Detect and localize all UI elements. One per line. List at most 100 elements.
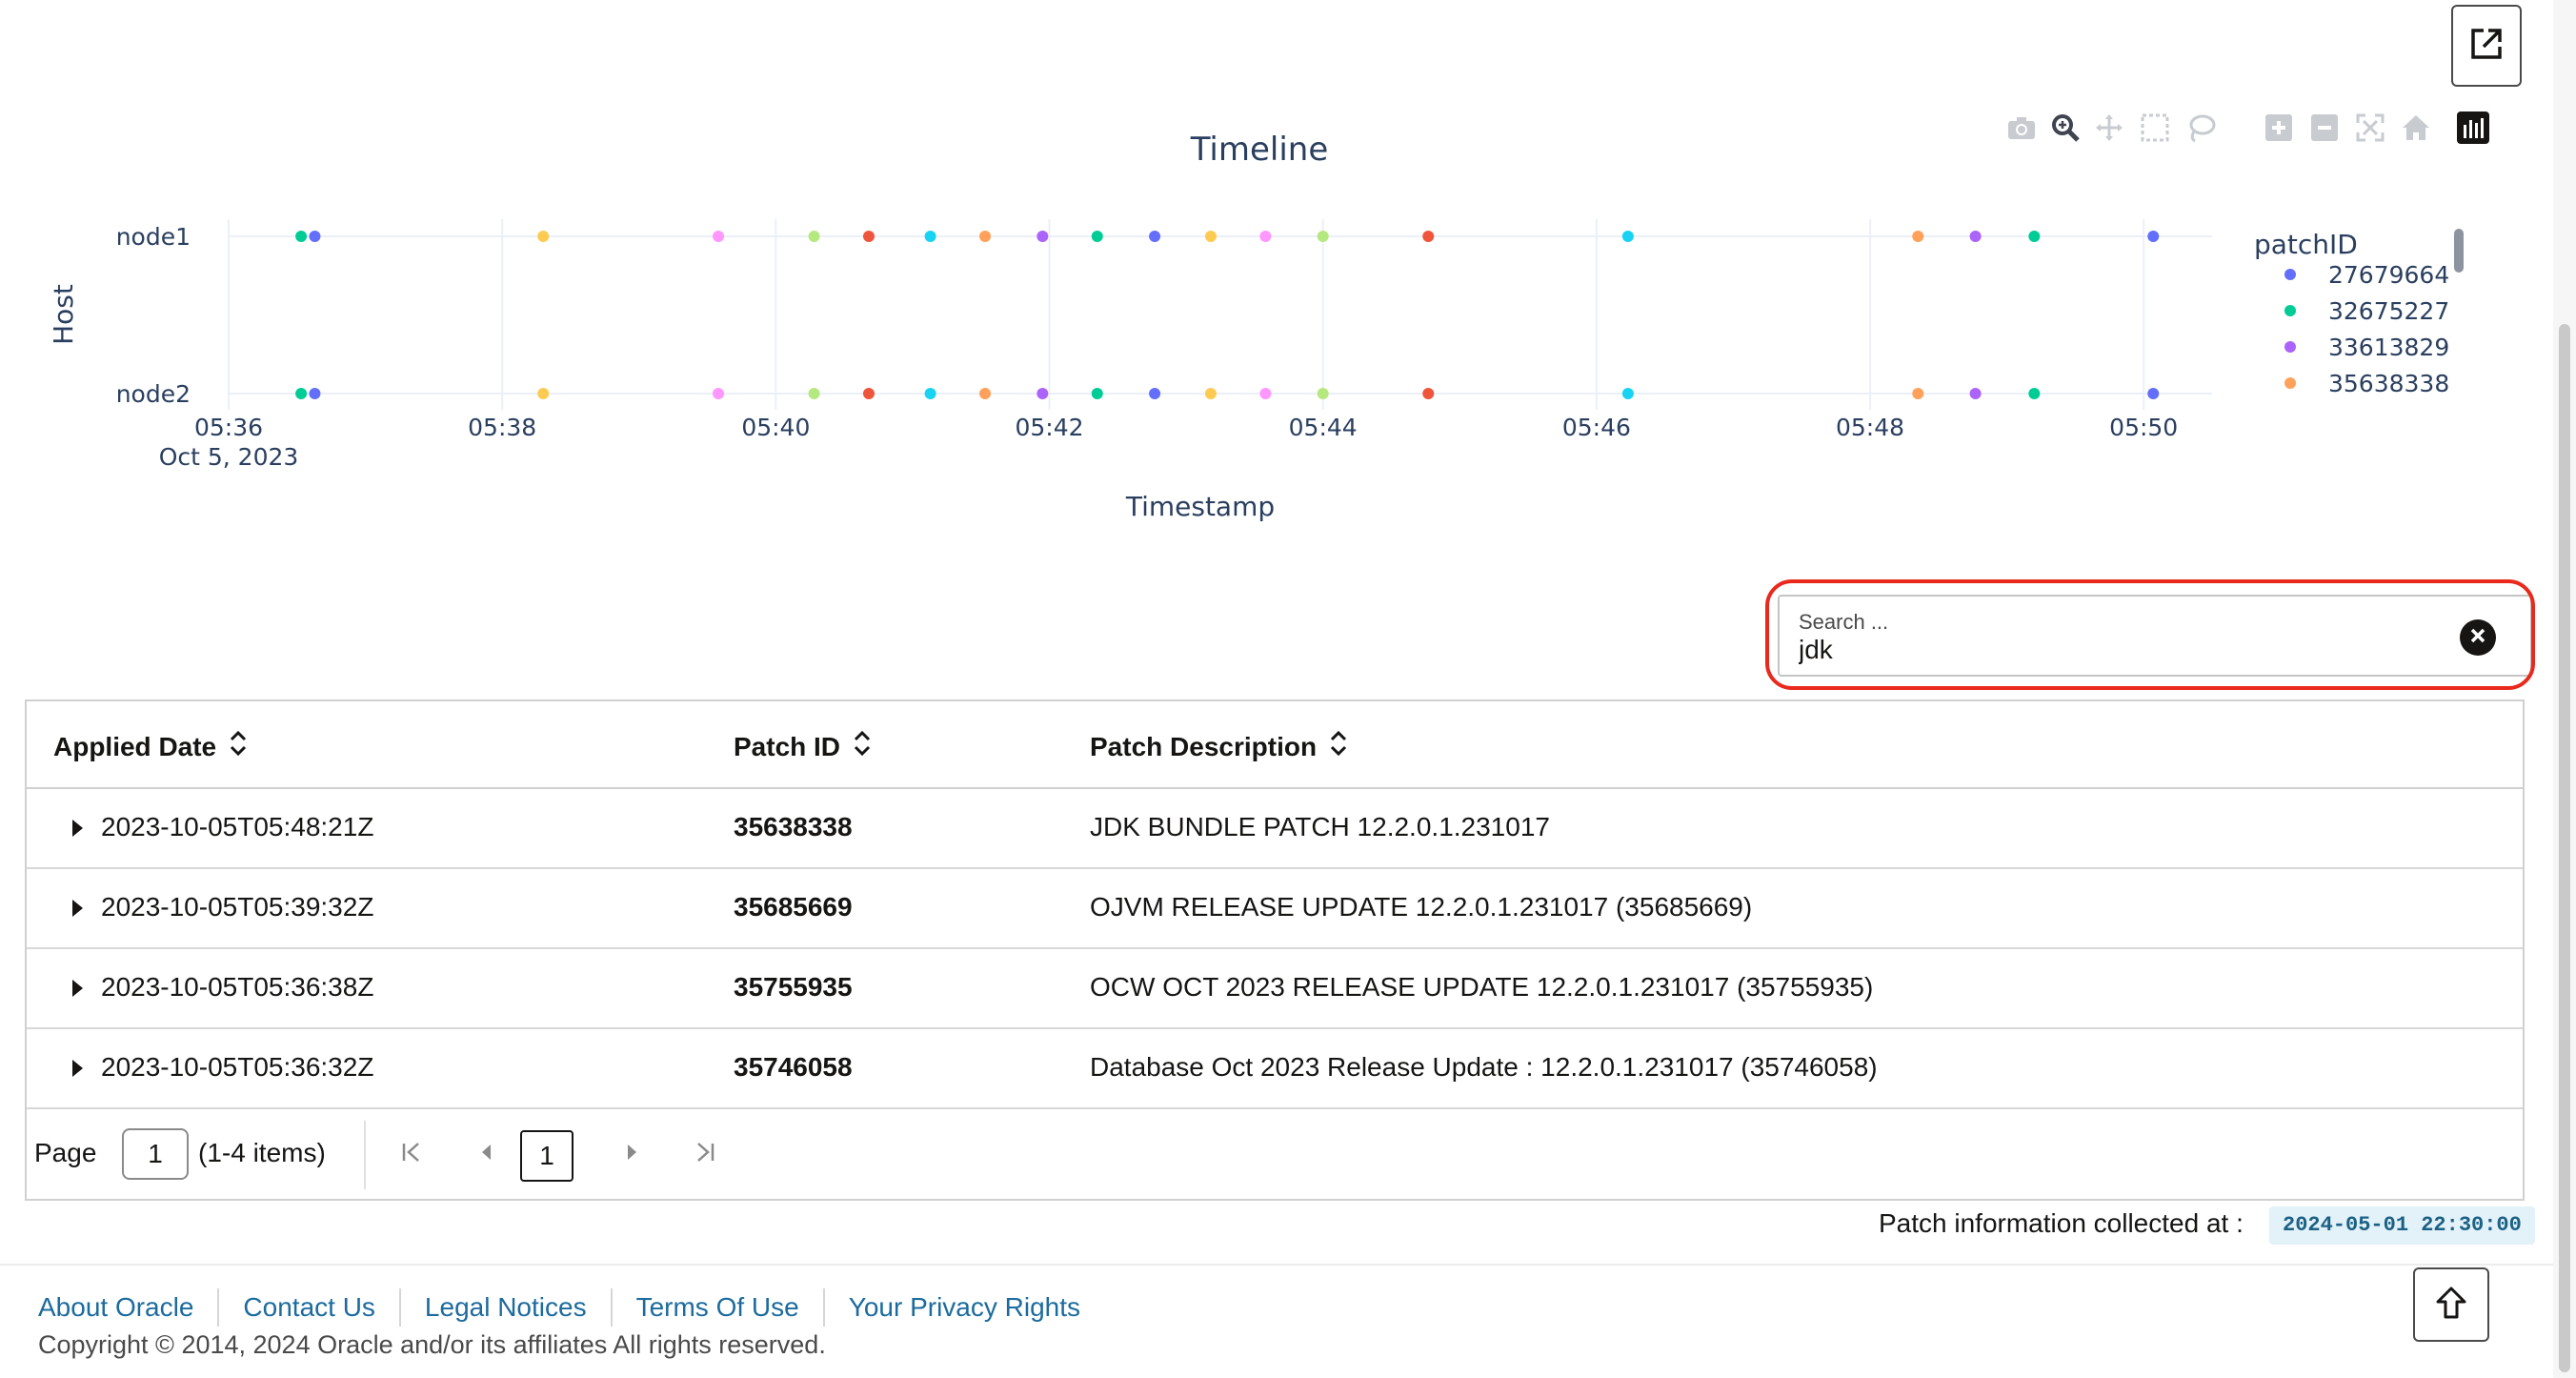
data-point-node2[interactable]: [1259, 388, 1272, 399]
collected-at-label: Patch information collected at :: [1879, 1208, 2244, 1238]
data-point-node1[interactable]: [2028, 231, 2041, 242]
column-header-patch-description[interactable]: Patch Description: [1090, 730, 1347, 763]
table-row[interactable]: 2023-10-05T05:36:38Z 35755935 OCW OCT 20…: [27, 949, 2523, 1029]
data-point-node2[interactable]: [924, 388, 936, 399]
applied-date-cell: 2023-10-05T05:39:32Z: [101, 892, 374, 922]
data-point-node1[interactable]: [1149, 231, 1161, 242]
first-page-button[interactable]: [392, 1132, 431, 1176]
chart-title: Timeline: [1190, 131, 1329, 169]
data-point-node2[interactable]: [1969, 388, 1982, 399]
legend-scrollbar[interactable]: [2454, 229, 2464, 273]
x-gridlines: [228, 219, 2145, 410]
patch-id-cell: 35638338: [734, 812, 853, 841]
expand-row-icon[interactable]: [72, 900, 83, 917]
data-point-node1[interactable]: [1621, 231, 1634, 242]
page-number-input[interactable]: 1: [122, 1128, 189, 1180]
copyright-text: Copyright © 2014, 2024 Oracle and/or its…: [38, 1330, 826, 1359]
clear-search-button[interactable]: [2460, 619, 2496, 656]
legend-marker[interactable]: [2284, 269, 2296, 280]
legend-entry[interactable]: 27679664: [2328, 261, 2449, 289]
data-point-node2[interactable]: [295, 388, 308, 399]
table-header: Applied Date Patch ID Patch Description: [27, 701, 2523, 789]
page-scrollbar-thumb[interactable]: [2559, 324, 2570, 1372]
x-tick-labels: 05:36 05:38 05:40 05:42 05:44 05:46 05:48 05:50: [194, 414, 2178, 441]
data-point-node1[interactable]: [295, 231, 308, 242]
search-field[interactable]: Search ...: [1778, 595, 2532, 677]
previous-page-button[interactable]: [467, 1132, 505, 1176]
footer-link-legal-notices[interactable]: Legal Notices: [398, 1288, 611, 1327]
data-point-node1[interactable]: [808, 231, 820, 242]
data-point-node1[interactable]: [924, 231, 936, 242]
data-point-node1[interactable]: [309, 231, 321, 242]
data-point-node2[interactable]: [309, 388, 321, 399]
patch-id-cell: 35746058: [734, 1052, 853, 1082]
legend-entry[interactable]: 35638338: [2328, 370, 2449, 397]
search-input[interactable]: [1799, 635, 2418, 665]
legend-title: patchID: [2254, 229, 2358, 260]
current-page-button[interactable]: 1: [520, 1130, 574, 1182]
data-point-node1[interactable]: [1912, 231, 1924, 242]
data-point-node2[interactable]: [1149, 388, 1161, 399]
legend-marker[interactable]: [2284, 305, 2296, 316]
open-external-button[interactable]: [2451, 5, 2522, 87]
data-point-node1[interactable]: [1317, 231, 1329, 242]
data-point-node2[interactable]: [1036, 388, 1049, 399]
page-label: Page: [34, 1138, 97, 1167]
data-point-node2[interactable]: [2028, 388, 2041, 399]
data-point-node2[interactable]: [1621, 388, 1634, 399]
patch-description-cell: JDK BUNDLE PATCH 12.2.0.1.231017: [1090, 812, 1550, 841]
data-point-node2[interactable]: [1091, 388, 1103, 399]
legend-entry[interactable]: 33613829: [2328, 334, 2449, 361]
data-point-node1[interactable]: [1969, 231, 1982, 242]
data-point-node1[interactable]: [1259, 231, 1272, 242]
expand-row-icon[interactable]: [72, 1060, 83, 1077]
data-point-node1[interactable]: [979, 231, 992, 242]
legend-marker[interactable]: [2284, 377, 2296, 389]
page-range: (1-4 items): [198, 1138, 326, 1167]
expand-row-icon[interactable]: [72, 820, 83, 837]
table-row[interactable]: 2023-10-05T05:36:32Z 35746058 Database O…: [27, 1029, 2523, 1109]
first-page-icon: [399, 1140, 424, 1169]
footer-link-privacy-rights[interactable]: Your Privacy Rights: [822, 1288, 1104, 1327]
data-point-node2[interactable]: [537, 388, 550, 399]
legend-entry[interactable]: 32675227: [2328, 297, 2449, 325]
data-point-node2[interactable]: [862, 388, 875, 399]
footer-link-about-oracle[interactable]: About Oracle: [38, 1288, 217, 1327]
table-row[interactable]: 2023-10-05T05:39:32Z 35685669 OJVM RELEA…: [27, 869, 2523, 949]
scroll-to-top-button[interactable]: [2413, 1267, 2489, 1342]
footer-link-terms-of-use[interactable]: Terms Of Use: [610, 1288, 823, 1327]
footer-link-contact-us[interactable]: Contact Us: [217, 1288, 399, 1327]
data-point-node1[interactable]: [537, 231, 550, 242]
arrow-up-icon: [2432, 1284, 2470, 1327]
x-tick-label: 05:46: [1562, 414, 1631, 441]
footer-links: About Oracle Contact Us Legal Notices Te…: [38, 1288, 1104, 1327]
data-point-node2[interactable]: [808, 388, 820, 399]
data-point-node2[interactable]: [1317, 388, 1329, 399]
column-header-applied-date[interactable]: Applied Date: [53, 730, 247, 763]
legend-marker[interactable]: [2284, 341, 2296, 353]
data-point-node2[interactable]: [1204, 388, 1217, 399]
last-page-button[interactable]: [686, 1132, 724, 1176]
data-point-node1[interactable]: [2147, 231, 2160, 242]
data-point-node1[interactable]: [862, 231, 875, 242]
pager-divider: [364, 1121, 366, 1189]
data-point-node2[interactable]: [713, 388, 725, 399]
previous-page-icon: [476, 1142, 495, 1167]
collected-at-badge: 2024-05-01 22:30:00: [2269, 1206, 2535, 1245]
patches-table: Applied Date Patch ID Patch Description …: [25, 699, 2525, 1201]
data-point-node1[interactable]: [1036, 231, 1049, 242]
data-point-node2[interactable]: [1912, 388, 1924, 399]
data-point-node2[interactable]: [979, 388, 992, 399]
data-point-node1[interactable]: [713, 231, 725, 242]
data-point-node1[interactable]: [1091, 231, 1103, 242]
applied-date-cell: 2023-10-05T05:36:38Z: [101, 972, 374, 1002]
data-point-node1[interactable]: [1204, 231, 1217, 242]
x-tick-label: 05:42: [1015, 414, 1083, 441]
data-point-node2[interactable]: [2147, 388, 2160, 399]
column-header-patch-id[interactable]: Patch ID: [734, 730, 871, 763]
next-page-button[interactable]: [614, 1132, 652, 1176]
data-point-node2[interactable]: [1422, 388, 1435, 399]
expand-row-icon[interactable]: [72, 980, 83, 997]
data-point-node1[interactable]: [1422, 231, 1435, 242]
table-row[interactable]: 2023-10-05T05:48:21Z 35638338 JDK BUNDLE…: [27, 789, 2523, 869]
